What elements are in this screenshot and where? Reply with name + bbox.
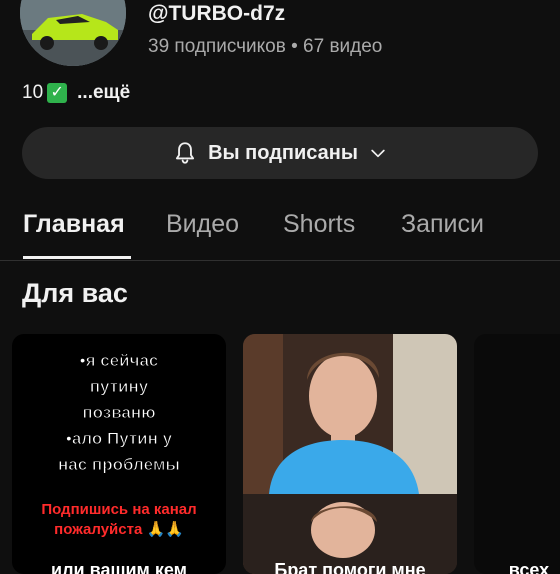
video-card[interactable]: Брат помоги мне bbox=[243, 334, 457, 574]
overlay-line: •я сейчас bbox=[79, 351, 159, 371]
overlay-line: •ало Путин у bbox=[65, 429, 173, 449]
video-thumbnail bbox=[243, 334, 457, 574]
channel-handle: @TURBO-d7z bbox=[148, 2, 286, 25]
tab-videos[interactable]: Видео bbox=[166, 210, 239, 239]
channel-tabs: Главная Видео Shorts Записи bbox=[0, 200, 560, 261]
card-overlay-text: •я сейчас путину позваню •ало Путин у на… bbox=[12, 348, 226, 478]
overlay-line: путину bbox=[89, 377, 149, 397]
card-caption: всех bbox=[508, 560, 550, 574]
tab-shorts[interactable]: Shorts bbox=[283, 210, 355, 239]
active-tab-indicator bbox=[23, 256, 131, 259]
overlay-line: нас проблемы bbox=[58, 455, 181, 475]
channel-avatar[interactable] bbox=[20, 0, 126, 66]
description-prefix: 10 bbox=[22, 82, 44, 103]
tab-posts[interactable]: Записи bbox=[401, 210, 484, 239]
card-caption: или вашим кем bbox=[51, 560, 187, 574]
tab-home[interactable]: Главная bbox=[23, 210, 125, 239]
subscribe-call-line: Подпишись на канал bbox=[41, 501, 197, 518]
section-title: Для вас bbox=[22, 278, 128, 308]
overlay-line: позваню bbox=[82, 403, 156, 423]
channel-description[interactable]: 10 ✓ ...ещё bbox=[22, 82, 130, 104]
bell-icon bbox=[176, 142, 195, 164]
chevron-down-icon bbox=[371, 149, 385, 158]
channel-stats: 39 подписчиков • 67 видео bbox=[148, 36, 383, 57]
subscribed-button[interactable]: Вы подписаны bbox=[22, 127, 538, 179]
car-image bbox=[20, 0, 126, 66]
card-caption: Брат помоги мне bbox=[274, 560, 426, 574]
description-more-link[interactable]: ...ещё bbox=[77, 82, 130, 104]
subscribe-call-line: пожалуйста 🙏🙏 bbox=[54, 521, 184, 538]
subscribe-call-text: Подпишись на канал пожалуйста 🙏🙏 bbox=[12, 500, 226, 540]
video-card[interactable]: •я сейчас путину позваню •ало Путин у на… bbox=[12, 334, 226, 574]
check-mark-icon: ✓ bbox=[47, 83, 68, 103]
subscribed-label: Вы подписаны bbox=[208, 141, 358, 164]
video-card[interactable]: всех bbox=[474, 334, 560, 574]
